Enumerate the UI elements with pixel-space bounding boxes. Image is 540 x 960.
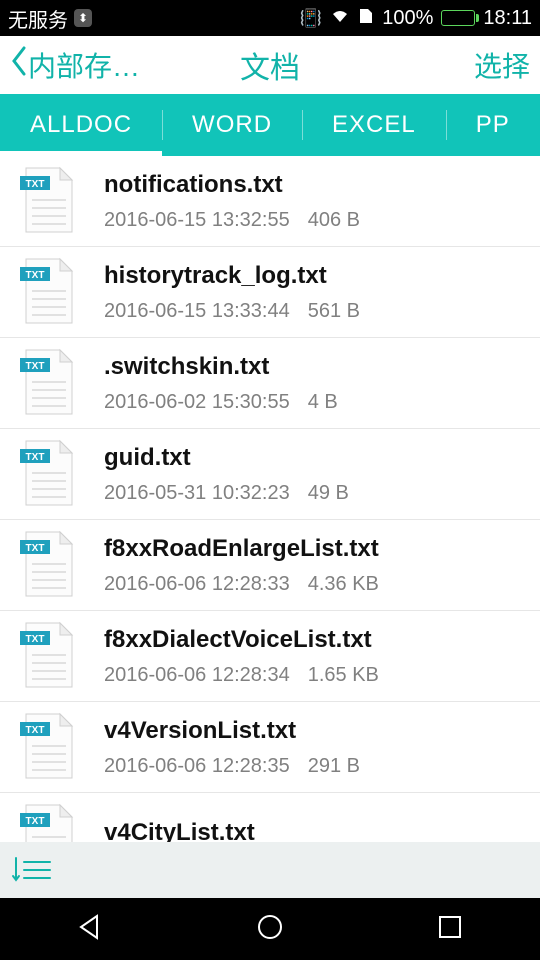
svg-text:TXT: TXT [26, 634, 45, 645]
txt-file-icon: TXT [14, 257, 84, 327]
svg-text:TXT: TXT [26, 725, 45, 736]
nav-back-button[interactable] [75, 912, 105, 947]
file-name: f8xxRoadEnlargeList.txt [104, 535, 526, 563]
file-name: guid.txt [104, 444, 526, 472]
back-button[interactable]: 内部存… [10, 44, 140, 86]
file-date: 2016-06-02 15:30:55 [104, 391, 290, 413]
file-row[interactable]: TXT guid.txt 2016-05-31 10:32:23 49 B [0, 429, 540, 520]
usb-badge-icon: ⬍ [74, 9, 92, 27]
tab-excel[interactable]: EXCEL [302, 94, 446, 156]
tab-label: WORD [192, 111, 272, 139]
battery-icon [441, 10, 475, 26]
file-date: 2016-06-06 12:28:33 [104, 573, 290, 595]
tab-pp[interactable]: PP [446, 94, 540, 156]
tab-label: PP [476, 111, 510, 139]
txt-file-icon: TXT [14, 712, 84, 782]
svg-text:TXT: TXT [26, 270, 45, 281]
file-date: 2016-06-15 13:33:44 [104, 300, 290, 322]
file-meta: 2016-06-06 12:28:33 4.36 KB [104, 573, 526, 596]
file-info: guid.txt 2016-05-31 10:32:23 49 B [84, 444, 526, 505]
tab-label: EXCEL [332, 111, 416, 139]
sort-button[interactable] [10, 854, 54, 886]
sd-card-icon [358, 7, 374, 30]
txt-file-icon: TXT [14, 348, 84, 418]
file-name: f8xxDialectVoiceList.txt [104, 626, 526, 654]
file-row[interactable]: TXT notifications.txt 2016-06-15 13:32:55… [0, 156, 540, 247]
file-size: 406 B [308, 209, 360, 231]
svg-text:TXT: TXT [26, 179, 45, 190]
category-tabs: ALLDOC WORD EXCEL PP [0, 94, 540, 156]
file-size: 291 B [308, 755, 360, 777]
file-date: 2016-05-31 10:32:23 [104, 482, 290, 504]
tab-label: ALLDOC [30, 111, 132, 139]
svg-text:TXT: TXT [26, 543, 45, 554]
battery-percent: 100% [382, 7, 433, 30]
file-meta: 2016-06-06 12:28:35 291 B [104, 755, 526, 778]
nav-recent-button[interactable] [435, 912, 465, 947]
file-row[interactable]: TXT f8xxRoadEnlargeList.txt 2016-06-06 12… [0, 520, 540, 611]
file-list: TXT notifications.txt 2016-06-15 13:32:55… [0, 156, 540, 884]
file-size: 4.36 KB [308, 573, 379, 595]
back-label: 内部存… [28, 45, 140, 85]
svg-text:TXT: TXT [26, 816, 45, 827]
file-meta: 2016-06-02 15:30:55 4 B [104, 391, 526, 414]
status-bar: 无服务 ⬍ 📳 100% 18:11 [0, 0, 540, 36]
file-date: 2016-06-06 12:28:35 [104, 755, 290, 777]
file-info: historytrack_log.txt 2016-06-15 13:33:44 5… [84, 262, 526, 323]
file-name: historytrack_log.txt [104, 262, 526, 290]
file-name: v4VersionList.txt [104, 717, 526, 745]
file-meta: 2016-06-15 13:32:55 406 B [104, 209, 526, 232]
svg-text:TXT: TXT [26, 452, 45, 463]
file-row[interactable]: TXT historytrack_log.txt 2016-06-15 13:33… [0, 247, 540, 338]
file-info: v4VersionList.txt 2016-06-06 12:28:35 291 … [84, 717, 526, 778]
txt-file-icon: TXT [14, 439, 84, 509]
svg-text:TXT: TXT [26, 361, 45, 372]
no-service-text: 无服务 [8, 4, 68, 33]
file-size: 4 B [308, 391, 338, 413]
txt-file-icon: TXT [14, 530, 84, 600]
file-name: notifications.txt [104, 171, 526, 199]
tab-word[interactable]: WORD [162, 94, 302, 156]
file-row[interactable]: TXT v4VersionList.txt 2016-06-06 12:28:35… [0, 702, 540, 793]
file-size: 1.65 KB [308, 664, 379, 686]
select-button[interactable]: 选择 [474, 45, 530, 85]
file-info: .switchskin.txt 2016-06-02 15:30:55 4 B [84, 353, 526, 414]
file-meta: 2016-05-31 10:32:23 49 B [104, 482, 526, 505]
file-info: notifications.txt 2016-06-15 13:32:55 406 … [84, 171, 526, 232]
tab-alldoc[interactable]: ALLDOC [0, 94, 162, 156]
status-time: 18:11 [483, 7, 532, 30]
vibrate-icon: 📳 [300, 8, 322, 29]
app-header: 内部存… 文档 选择 [0, 36, 540, 94]
file-meta: 2016-06-06 12:28:34 1.65 KB [104, 664, 526, 687]
sort-icon [10, 854, 54, 886]
android-nav-bar [0, 898, 540, 960]
file-date: 2016-06-06 12:28:34 [104, 664, 290, 686]
file-row[interactable]: TXT .switchskin.txt 2016-06-02 15:30:55 4 … [0, 338, 540, 429]
bottom-toolbar [0, 842, 540, 898]
txt-file-icon: TXT [14, 166, 84, 236]
file-meta: 2016-06-15 13:33:44 561 B [104, 300, 526, 323]
txt-file-icon: TXT [14, 621, 84, 691]
wifi-icon [330, 8, 350, 29]
file-date: 2016-06-15 13:32:55 [104, 209, 290, 231]
file-row[interactable]: TXT f8xxDialectVoiceList.txt 2016-06-06 1… [0, 611, 540, 702]
file-info: f8xxDialectVoiceList.txt 2016-06-06 12:28… [84, 626, 526, 687]
file-size: 561 B [308, 300, 360, 322]
file-name: .switchskin.txt [104, 353, 526, 381]
page-title: 文档 [240, 43, 300, 87]
file-size: 49 B [308, 482, 349, 504]
nav-home-button[interactable] [255, 912, 285, 947]
file-info: f8xxRoadEnlargeList.txt 2016-06-06 12:28:… [84, 535, 526, 596]
chevron-left-icon [10, 44, 28, 86]
